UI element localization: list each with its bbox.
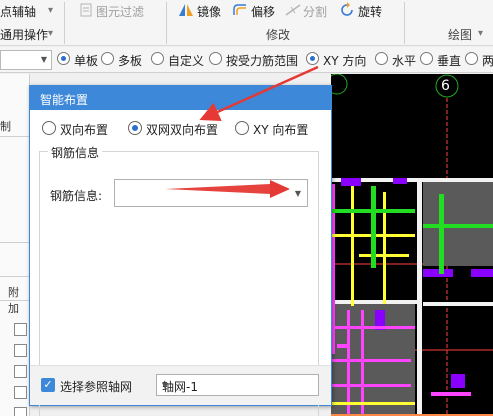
axis-grid-select[interactable]: 轴网-1 ▼ [156,374,319,396]
mirror-icon [179,4,193,16]
divider [0,300,30,301]
rebar-mark [393,178,407,184]
rotate-button[interactable]: 旋转 [358,3,382,20]
rebar-mark [341,178,361,186]
radio-label: 垂直 [437,54,462,68]
axis-label: 6 [441,78,450,94]
radio-xy-layout-label: XY 向布置 [253,123,309,137]
general-ops-menu[interactable]: 通用操作 [0,26,48,43]
beam [331,300,417,304]
radio-both[interactable] [465,52,478,65]
row-checkbox[interactable] [14,407,27,416]
radio-xy-layout[interactable] [235,121,249,135]
chevron-down-icon[interactable]: ▼ [295,189,301,198]
slab [423,178,493,266]
axis-aux-button[interactable]: 点辅轴 [0,3,36,20]
radio-label: 按受力筋范围 [226,54,299,68]
offset-icon [233,4,246,15]
radio-label: 两 [482,54,493,68]
radio-custom[interactable] [151,52,164,65]
dialog-title-bar[interactable]: 智能布置 [30,86,331,110]
beam [417,178,422,416]
chevron-down-icon: ▼ [162,381,169,390]
split-icon [285,4,301,16]
rebar-line [337,344,349,348]
filter-button[interactable]: 图元过滤 [96,3,144,20]
row-checkbox[interactable] [14,386,27,399]
ribbon-divider [64,2,65,44]
radio-vertical[interactable] [420,52,433,65]
dialog-footer: ✓ 选择参照轴网 轴网-1 ▼ [30,365,331,405]
rebar-line [371,186,376,268]
radio-label: 自定义 [168,54,205,68]
row-checkbox[interactable] [14,344,27,357]
rebar-line [351,186,354,306]
panel-column-label: 制 [0,120,11,133]
radio-two-way[interactable] [42,121,56,135]
divider [0,136,30,137]
radio-horizontal[interactable] [375,52,388,65]
rebar-line [439,194,444,274]
select-axis-label: 选择参照轴网 [60,380,133,394]
radio-double-mesh-label: 双网双向布置 [146,123,219,137]
rebar-line [383,192,386,304]
divider [0,242,30,243]
rotate-icon [341,2,353,16]
split-button[interactable]: 分割 [303,3,327,20]
rebar-line [359,254,409,257]
rebar-mark [423,269,453,277]
radio-multi-slab[interactable] [101,52,114,65]
rebar-mark [451,374,465,388]
draw-group-dropdown-icon[interactable]: ▾ [478,28,483,39]
filter-icon [80,3,92,17]
axis-aux-dropdown-icon[interactable]: ▾ [48,5,53,16]
dialog-title: 智能布置 [40,93,89,107]
radio-xy-direction[interactable] [306,52,319,65]
radio-double-mesh-two-way[interactable] [128,121,142,135]
general-ops-dropdown-icon[interactable]: ▾ [48,28,53,39]
modify-group-label: 修改 [266,28,291,42]
rebar-info-label: 钢筋信息: [50,189,103,203]
rebar-line [331,359,411,362]
rebar-line [423,224,493,228]
property-panel: 制 附加 [0,74,30,416]
rebar-line [331,326,415,329]
row-checkbox[interactable] [14,323,27,336]
radio-two-way-label: 双向布置 [60,123,109,137]
floor-select[interactable]: ▼ [0,50,52,70]
select-axis-checkbox[interactable]: ✓ [41,378,55,392]
row-checkbox[interactable] [14,365,27,378]
offset-button[interactable]: 偏移 [251,3,275,20]
mirror-button[interactable]: 镜像 [197,3,221,20]
rebar-info-combobox[interactable]: ▼ [114,179,308,207]
rebar-mark [471,269,493,277]
layout-options-toolbar: ▼ 单板 多板 自定义 按受力筋范围 XY 方向 水平 垂直 两 [0,47,493,73]
smart-layout-dialog: 智能布置 双向布置 双网双向布置 XY 向布置 钢筋信息 钢筋信息: ▼ ✓ 选… [29,85,332,416]
group-title: 钢筋信息 [48,144,103,161]
ribbon-divider [166,2,167,44]
rebar-line [361,310,364,416]
draw-group-label: 绘图 [448,28,473,42]
structural-drawing [331,74,493,416]
rebar-line [331,384,411,387]
radio-label: 水平 [392,54,417,68]
divider [0,276,30,277]
ribbon-divider [404,2,405,44]
rebar-line [331,402,415,405]
beam [423,302,493,306]
rebar-line [331,209,415,213]
radio-label: XY 方向 [323,54,367,68]
axis-bubble [331,74,348,95]
chevron-down-icon: ▼ [40,55,47,64]
rebar-line [431,392,471,396]
radio-label: 多板 [118,54,143,68]
rebar-line [347,310,350,416]
radio-by-rebar-range[interactable] [209,52,222,65]
radio-label: 单板 [74,54,99,68]
ribbon: 点辅轴 ▾ 通用操作 ▾ 图元过滤 镜像 偏移 分割 旋转 修改 绘图 ▾ [0,0,493,46]
radio-single-slab[interactable] [57,52,70,65]
drawing-canvas[interactable]: 6 [331,74,493,416]
